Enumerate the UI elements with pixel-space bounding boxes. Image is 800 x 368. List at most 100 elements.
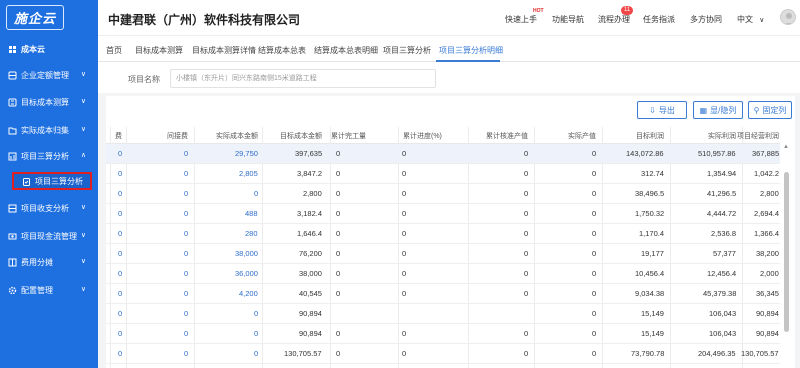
table-cell[interactable]: 38,000	[235, 249, 258, 258]
table-cell[interactable]: 0	[118, 249, 122, 258]
table-row[interactable]	[106, 284, 780, 304]
sidebar: 施企云 成本云 企业定额管理 ∨ 目标成本测算 ∨ 实际成本归集 ∨ 项目三算分…	[0, 0, 98, 368]
table-row[interactable]	[106, 244, 780, 264]
table-row[interactable]	[106, 324, 780, 344]
chevron-down-icon: ∨	[80, 71, 86, 78]
tab-three-calc-detail[interactable]: 项目三算分析明细	[439, 45, 503, 56]
column-header[interactable]: 目标利润	[636, 131, 664, 141]
sidebar-item-expense-share[interactable]: 费用分摊 ∨	[0, 252, 98, 272]
table-cell[interactable]: 0	[184, 309, 188, 318]
table-cell[interactable]: 0	[254, 309, 258, 318]
table-cell[interactable]: 0	[118, 209, 122, 218]
column-header[interactable]: 实际产值	[568, 131, 596, 141]
sidebar-item-quota[interactable]: 企业定额管理 ∨	[0, 65, 98, 85]
table-row[interactable]	[106, 204, 780, 224]
table-cell: 0	[524, 189, 529, 198]
table-row[interactable]	[106, 224, 780, 244]
sidebar-item-cost-cloud[interactable]: 成本云	[0, 39, 98, 59]
table-cell[interactable]: 0	[184, 249, 188, 258]
chart-icon	[8, 152, 17, 161]
table-cell[interactable]: 0	[118, 169, 122, 178]
column-header[interactable]: 实际利润	[708, 131, 736, 141]
collaboration-link[interactable]: 多方协同	[690, 14, 722, 25]
vertical-scrollbar[interactable]: ▲	[783, 144, 791, 368]
table-cell[interactable]: 29,750	[235, 149, 258, 158]
table-cell[interactable]: 0	[184, 189, 188, 198]
table-cell: 0	[592, 349, 597, 358]
tab-target-cost-detail[interactable]: 目标成本测算详情	[192, 45, 256, 56]
sidebar-item-target-cost[interactable]: 目标成本测算 ∨	[0, 92, 98, 112]
table-cell[interactable]: 0	[184, 349, 188, 358]
table-row[interactable]	[106, 164, 780, 184]
table-cell[interactable]: 0	[184, 149, 188, 158]
table-cell: 0	[402, 349, 407, 358]
column-header[interactable]: 间接费	[167, 131, 188, 141]
table-cell[interactable]: 0	[118, 149, 122, 158]
table-cell: 0	[524, 209, 529, 218]
sidebar-item-label: 成本云	[21, 44, 45, 54]
sidebar-item-cash-flow[interactable]: 项目现金流管理 ∨	[0, 226, 98, 246]
tab-settlement-detail[interactable]: 结算成本总表明细	[314, 45, 378, 56]
table-cell[interactable]: 280	[245, 229, 258, 238]
language-select[interactable]: 中文 ∨	[737, 14, 764, 25]
sidebar-item-income-expense[interactable]: 项目收支分析 ∨	[0, 198, 98, 218]
table-cell[interactable]: 488	[245, 209, 258, 218]
task-assign-link[interactable]: 任务指派	[643, 14, 675, 25]
scroll-up-icon[interactable]: ▲	[783, 144, 789, 150]
show-hide-columns-button[interactable]: ▦ 显/隐列	[693, 101, 743, 119]
table-cell: 0	[402, 289, 407, 298]
table-cell[interactable]: 0	[118, 309, 122, 318]
sidebar-item-actual-cost[interactable]: 实际成本归集 ∨	[0, 120, 98, 140]
column-header[interactable]: 累计核准产值	[486, 131, 528, 141]
table-row[interactable]	[106, 304, 780, 324]
workflow-link[interactable]: 流程办理	[598, 14, 630, 25]
tab-target-cost[interactable]: 目标成本测算	[135, 45, 183, 56]
table-cell[interactable]: 36,000	[235, 269, 258, 278]
tab-settlement-summary[interactable]: 结算成本总表	[258, 45, 306, 56]
column-header[interactable]: 项目经营利润	[737, 131, 779, 141]
table-cell[interactable]: 0	[118, 289, 122, 298]
export-button[interactable]: ⇩ 导出	[637, 101, 687, 119]
tab-home[interactable]: 首页	[106, 45, 122, 56]
table-cell[interactable]: 0	[118, 329, 122, 338]
sidebar-item-config[interactable]: 配置管理 ∨	[0, 280, 98, 300]
table-cell[interactable]: 0	[118, 349, 122, 358]
table-cell[interactable]: 0	[254, 349, 258, 358]
column-header[interactable]: 费	[115, 131, 122, 141]
project-name-input[interactable]: 小楼镇（东升片）同兴东路南侧15米道路工程	[170, 69, 436, 88]
table-cell[interactable]: 0	[254, 329, 258, 338]
table-cell[interactable]: 0	[184, 209, 188, 218]
table-cell[interactable]: 0	[118, 189, 122, 198]
table-cell[interactable]: 0	[254, 189, 258, 198]
column-header[interactable]: 实际成本金额	[216, 131, 258, 141]
table-cell[interactable]: 2,805	[239, 169, 258, 178]
table-row[interactable]	[106, 344, 780, 364]
table-cell[interactable]: 0	[118, 269, 122, 278]
table-row[interactable]	[106, 264, 780, 284]
table-cell[interactable]: 0	[184, 269, 188, 278]
table-cell[interactable]: 4,200	[239, 289, 258, 298]
table-cell[interactable]: 0	[184, 169, 188, 178]
table-cell[interactable]: 0	[184, 329, 188, 338]
sidebar-subitem-three-calc-analysis[interactable]: 项目三算分析	[12, 172, 92, 190]
table-row[interactable]	[106, 144, 780, 164]
table-cell[interactable]: 0	[184, 289, 188, 298]
table-cell[interactable]: 0	[184, 229, 188, 238]
quick-start-link[interactable]: 快速上手	[505, 14, 537, 25]
scrollbar-thumb[interactable]	[784, 172, 789, 332]
logo[interactable]: 施企云	[0, 0, 98, 34]
column-header[interactable]: 目标成本金额	[280, 131, 322, 141]
project-name-label: 项目名称	[128, 75, 160, 84]
sidebar-item-three-calc[interactable]: 项目三算分析 ∧	[0, 146, 98, 166]
feature-nav-link[interactable]: 功能导航	[552, 14, 584, 25]
pin-columns-button[interactable]: ⚲ 固定列	[748, 101, 792, 119]
table-cell: 0	[402, 209, 407, 218]
table-cell: 45,379.38	[703, 289, 737, 298]
avatar[interactable]	[780, 9, 796, 25]
tab-three-calc[interactable]: 项目三算分析	[383, 45, 431, 56]
table-cell[interactable]: 0	[118, 229, 122, 238]
table-row[interactable]	[106, 184, 780, 204]
column-header[interactable]: 累计完工量	[331, 131, 366, 141]
sidebar-item-label: 项目收支分析	[21, 203, 69, 213]
column-header[interactable]: 累计进度(%)	[403, 131, 442, 141]
